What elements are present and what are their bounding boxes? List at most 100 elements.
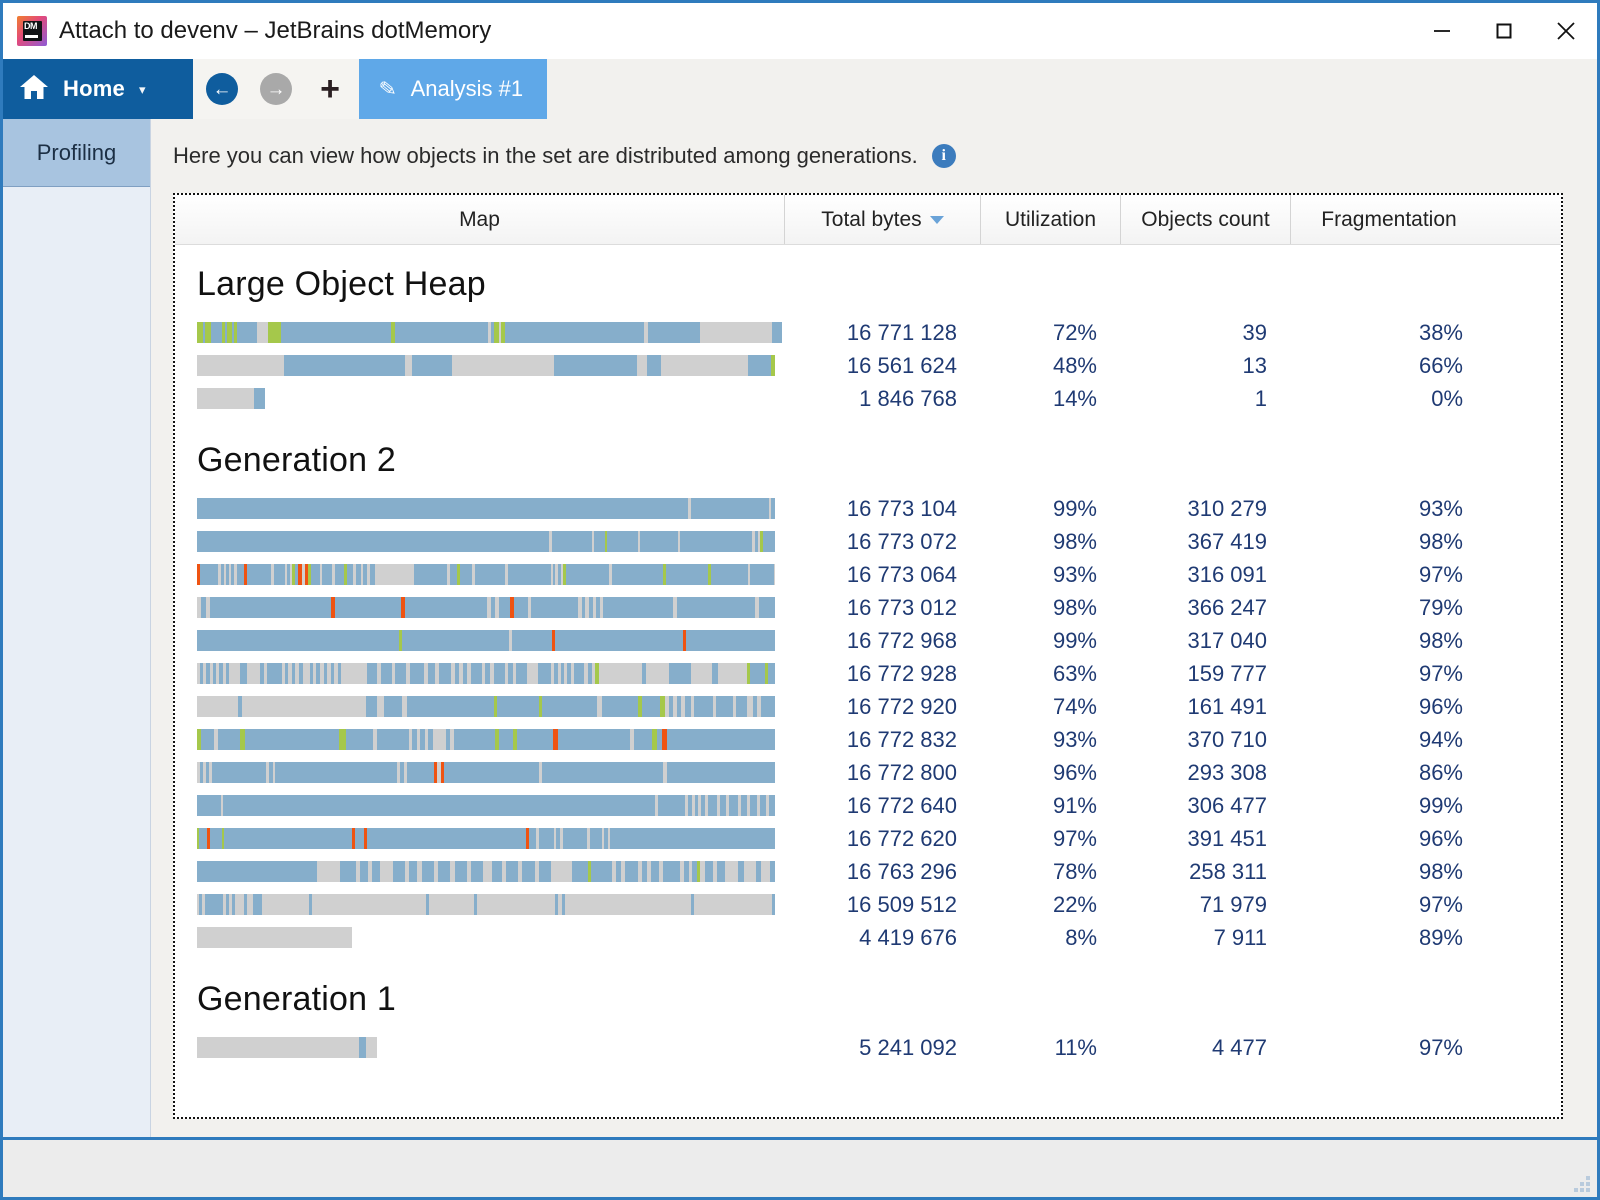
cell-utilization: 98% <box>1052 528 1097 554</box>
memory-map-cell[interactable] <box>175 861 785 882</box>
body: Profiling Here you can view how objects … <box>3 119 1597 1137</box>
memory-map-bar <box>197 630 775 651</box>
table-row[interactable]: 16 771 128 72% 39 38% <box>175 316 1561 349</box>
table-row[interactable]: 16 772 640 91% 306 477 99% <box>175 789 1561 822</box>
generations-panel: Map Total bytes Utilization Objects coun… <box>173 193 1563 1119</box>
nav-tools: ← → + <box>193 59 359 119</box>
memory-map-cell[interactable] <box>175 630 785 651</box>
memory-map-segment <box>634 729 653 750</box>
cell-total-bytes: 16 772 832 <box>846 726 957 752</box>
table-row[interactable]: 16 772 928 63% 159 777 97% <box>175 657 1561 690</box>
memory-map-segment <box>716 861 726 882</box>
memory-map-bar <box>197 597 775 618</box>
table-row[interactable]: 16 772 800 96% 293 308 86% <box>175 756 1561 789</box>
memory-map-segment <box>718 663 747 684</box>
memory-map-segment <box>725 861 738 882</box>
memory-map-cell[interactable] <box>175 564 785 585</box>
memory-map-cell[interactable] <box>175 388 785 409</box>
status-bar <box>3 1137 1597 1197</box>
memory-map-cell[interactable] <box>175 696 785 717</box>
resize-grip[interactable] <box>1568 1170 1590 1192</box>
memory-map-segment <box>283 355 406 376</box>
table-row[interactable]: 16 772 620 97% 391 451 96% <box>175 822 1561 855</box>
memory-map-segment <box>224 828 353 849</box>
memory-map-cell[interactable] <box>175 663 785 684</box>
memory-map-segment <box>505 861 519 882</box>
minimize-icon[interactable] <box>1411 3 1473 59</box>
cell-fragmentation: 93% <box>1418 495 1463 521</box>
memory-map-segment <box>302 663 310 684</box>
table-row[interactable]: 1 846 768 14% 1 0% <box>175 382 1561 415</box>
back-button[interactable]: ← <box>195 59 249 119</box>
memory-map-segment <box>401 630 509 651</box>
memory-map-cell[interactable] <box>175 355 785 376</box>
memory-map-bar <box>197 322 782 343</box>
memory-map-segment <box>335 597 401 618</box>
memory-map-segment <box>505 322 644 343</box>
table-row[interactable]: 16 773 104 99% 310 279 93% <box>175 492 1561 525</box>
table-row[interactable]: 16 772 920 74% 161 491 96% <box>175 690 1561 723</box>
table-row[interactable]: 16 772 832 93% 370 710 94% <box>175 723 1561 756</box>
sort-desc-icon <box>929 215 944 224</box>
memory-map-segment <box>666 729 775 750</box>
memory-map-cell[interactable] <box>175 498 785 519</box>
forward-button[interactable]: → <box>249 59 303 119</box>
group-title: Generation 2 <box>197 441 396 479</box>
table-row[interactable]: 16 773 064 93% 316 091 97% <box>175 558 1561 591</box>
cell-objects-count: 310 279 <box>1187 495 1267 521</box>
memory-map-segment <box>247 663 261 684</box>
memory-map-cell[interactable] <box>175 1037 785 1058</box>
memory-map-cell[interactable] <box>175 894 785 915</box>
memory-map-segment <box>267 663 282 684</box>
memory-map-cell[interactable] <box>175 531 785 552</box>
table-row[interactable]: 5 241 092 11% 4 477 97% <box>175 1031 1561 1064</box>
memory-map-segment <box>516 663 527 684</box>
memory-map-cell[interactable] <box>175 597 785 618</box>
table-row[interactable]: 16 561 624 48% 13 66% <box>175 349 1561 382</box>
add-tab-button[interactable]: + <box>303 59 357 119</box>
memory-map-cell[interactable] <box>175 322 785 343</box>
memory-map-segment <box>209 828 222 849</box>
memory-map-segment <box>669 663 691 684</box>
memory-map-cell[interactable] <box>175 729 785 750</box>
column-header-map[interactable]: Map <box>175 195 785 244</box>
column-header-fragmentation[interactable]: Fragmentation <box>1291 195 1487 244</box>
column-header-objects-count[interactable]: Objects count <box>1121 195 1291 244</box>
memory-map-segment <box>761 696 775 717</box>
table-row[interactable]: 16 763 296 78% 258 311 98% <box>175 855 1561 888</box>
table-row[interactable]: 16 509 512 22% 71 979 97% <box>175 888 1561 921</box>
tab-label: Analysis #1 <box>410 76 524 101</box>
memory-map-segment <box>769 861 775 882</box>
sidebar-item-profiling[interactable]: Profiling <box>3 119 150 187</box>
memory-map-bar <box>197 828 775 849</box>
table-row[interactable]: 16 773 072 98% 367 419 98% <box>175 525 1561 558</box>
maximize-icon[interactable] <box>1473 3 1535 59</box>
memory-map-cell[interactable] <box>175 795 785 816</box>
memory-map-segment <box>405 597 488 618</box>
memory-map-cell[interactable] <box>175 762 785 783</box>
memory-map-segment <box>236 564 245 585</box>
cell-fragmentation: 96% <box>1418 693 1463 719</box>
home-button[interactable]: Home ▾ <box>3 59 193 119</box>
arrow-left-icon: ← <box>206 73 238 105</box>
close-icon[interactable] <box>1535 3 1597 59</box>
memory-map-bar <box>197 1037 377 1058</box>
memory-map-cell[interactable] <box>175 828 785 849</box>
cell-utilization: 74% <box>1052 693 1097 719</box>
memory-map-segment <box>359 861 368 882</box>
chevron-down-icon[interactable]: ▾ <box>139 83 146 96</box>
column-header-total-bytes[interactable]: Total bytes <box>785 195 981 244</box>
table-row[interactable]: 4 419 676 8% 7 911 89% <box>175 921 1561 954</box>
memory-map-cell[interactable] <box>175 927 785 948</box>
memory-map-segment <box>625 861 638 882</box>
tab-analysis-1[interactable]: ✎ Analysis #1 <box>359 59 548 119</box>
cell-total-bytes: 16 773 072 <box>846 528 957 554</box>
table-row[interactable]: 16 772 968 99% 317 040 98% <box>175 624 1561 657</box>
column-header-objects-count-label: Objects count <box>1141 207 1270 231</box>
cell-utilization: 78% <box>1052 858 1097 884</box>
column-header-utilization[interactable]: Utilization <box>981 195 1121 244</box>
memory-map-segment <box>483 861 492 882</box>
cell-total-bytes: 16 771 128 <box>846 319 957 345</box>
table-row[interactable]: 16 773 012 98% 366 247 79% <box>175 591 1561 624</box>
info-icon[interactable]: i <box>931 144 956 168</box>
